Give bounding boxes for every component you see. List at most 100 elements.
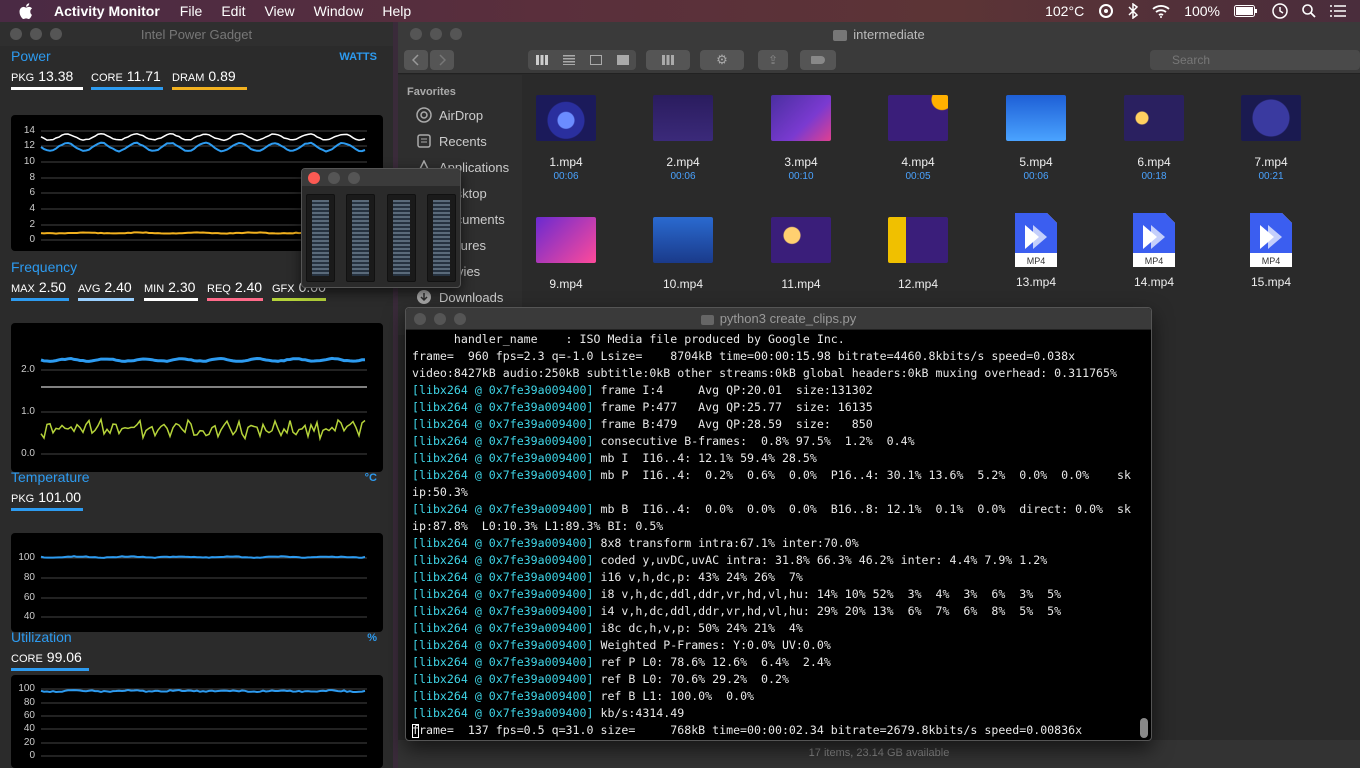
forward-button[interactable] bbox=[430, 50, 454, 70]
tick-label: 100 bbox=[18, 683, 35, 694]
wifi-icon[interactable] bbox=[1152, 4, 1170, 18]
share-button[interactable]: ⇪ bbox=[758, 50, 788, 70]
app-menu[interactable]: Activity Monitor bbox=[54, 3, 160, 19]
log-text: frame I:4 Avg QP:20.01 size:131302 bbox=[593, 383, 873, 397]
gallery-view-icon[interactable] bbox=[616, 55, 629, 65]
minimize-button[interactable] bbox=[328, 171, 340, 184]
close-button[interactable] bbox=[308, 171, 320, 184]
tags-button[interactable] bbox=[800, 50, 836, 70]
log-tag: [libx264 @ 0x7fe39a009400] bbox=[412, 587, 594, 601]
bluetooth-icon[interactable] bbox=[1128, 3, 1139, 19]
menu-file[interactable]: File bbox=[180, 3, 203, 19]
menu-bar: Activity Monitor File Edit View Window H… bbox=[0, 0, 1360, 22]
terminal-line: [libx264 @ 0x7fe39a009400] ref B L1: 100… bbox=[412, 688, 1135, 705]
file-item[interactable]: MP4 13.mp4 bbox=[996, 213, 1076, 289]
group-by-button[interactable] bbox=[646, 50, 690, 70]
tick-label: 0.0 bbox=[21, 448, 35, 459]
gear-status-icon[interactable] bbox=[1098, 3, 1114, 19]
core-power: CORE 11.71 bbox=[91, 68, 163, 90]
view-mode-control[interactable] bbox=[528, 50, 636, 70]
log-text: frame B:479 Avg QP:28.59 size: 850 bbox=[593, 417, 873, 431]
file-item[interactable]: MP4 14.mp4 bbox=[1114, 213, 1194, 289]
column-view-icon[interactable] bbox=[589, 55, 602, 65]
log-tag: [libx264 @ 0x7fe39a009400] bbox=[412, 706, 594, 720]
file-item[interactable]: 5.mp4 00:06 bbox=[996, 95, 1076, 182]
video-thumbnail bbox=[1241, 95, 1301, 141]
log-text: ref P L0: 78.6% 12.6% 6.4% 2.4% bbox=[593, 655, 831, 669]
sidebar-heading: Favorites bbox=[407, 86, 456, 98]
file-item[interactable]: 4.mp4 00:05 bbox=[878, 95, 958, 182]
file-item[interactable]: 12.mp4 bbox=[878, 217, 958, 291]
terminal-output[interactable]: handler_name : ISO Media file produced b… bbox=[412, 331, 1135, 739]
list-view-icon[interactable] bbox=[562, 55, 575, 65]
cpu-temp-status[interactable]: 102°C bbox=[1045, 3, 1084, 19]
finder-toolbar[interactable]: intermediate ⚙ ⇪ Search bbox=[398, 22, 1360, 74]
menu-edit[interactable]: Edit bbox=[221, 3, 245, 19]
menu-window[interactable]: Window bbox=[314, 3, 364, 19]
mp4-badge: MP4 bbox=[1027, 256, 1046, 266]
clock-icon[interactable] bbox=[1272, 3, 1288, 19]
terminal-scrollbar[interactable] bbox=[1140, 718, 1148, 738]
terminal-line: frame= 960 fps=2.3 q=-1.0 Lsize= 8704kB … bbox=[412, 348, 1135, 365]
file-item[interactable]: 9.mp4 bbox=[526, 217, 606, 291]
log-tag: [libx264 @ 0x7fe39a009400] bbox=[412, 417, 594, 431]
file-item[interactable]: 7.mp4 00:21 bbox=[1231, 95, 1311, 182]
terminal-line: [libx264 @ 0x7fe39a009400] kb/s:4314.49 bbox=[412, 705, 1135, 722]
tick-label: 8 bbox=[29, 172, 35, 183]
log-tag: [libx264 @ 0x7fe39a009400] bbox=[412, 502, 594, 516]
apple-menu-icon[interactable] bbox=[19, 3, 37, 19]
log-text: mb I I16..4: 12.1% 59.4% 28.5% bbox=[593, 451, 817, 465]
file-name: 9.mp4 bbox=[549, 277, 583, 291]
file-item[interactable]: 11.mp4 bbox=[761, 217, 841, 291]
search-input[interactable]: Search bbox=[1150, 50, 1360, 70]
file-name: 4.mp4 bbox=[901, 155, 935, 169]
battery-icon[interactable] bbox=[1234, 5, 1258, 17]
terminal-titlebar[interactable]: python3 create_clips.py bbox=[406, 308, 1151, 330]
notification-center-icon[interactable] bbox=[1330, 5, 1346, 17]
cpu-core-meter bbox=[346, 194, 376, 282]
temperature-chart: 100 80 60 40 bbox=[11, 533, 383, 632]
action-button[interactable]: ⚙ bbox=[700, 50, 744, 70]
terminal-line: [libx264 @ 0x7fe39a009400] coded y,uvDC,… bbox=[412, 552, 1135, 569]
file-item[interactable]: 6.mp4 00:18 bbox=[1114, 95, 1194, 182]
max-frequency: MAX 2.50 bbox=[11, 279, 69, 301]
spotlight-search-icon[interactable] bbox=[1302, 4, 1316, 18]
terminal-line: [libx264 @ 0x7fe39a009400] mb P I16..4: … bbox=[412, 467, 1135, 484]
file-item[interactable]: 10.mp4 bbox=[643, 217, 723, 291]
tick-label: 20 bbox=[23, 737, 35, 748]
terminal-window[interactable]: python3 create_clips.py handler_name : I… bbox=[405, 307, 1152, 741]
file-duration: 00:06 bbox=[553, 171, 579, 182]
file-duration: 00:21 bbox=[1258, 171, 1284, 182]
tick-label: 2 bbox=[29, 219, 35, 230]
log-tag: [libx264 @ 0x7fe39a009400] bbox=[412, 689, 594, 703]
menu-view[interactable]: View bbox=[264, 3, 294, 19]
icon-view-icon[interactable] bbox=[535, 55, 548, 65]
log-tag: [libx264 @ 0x7fe39a009400] bbox=[412, 434, 594, 448]
tick-label: 6 bbox=[29, 187, 35, 198]
file-item[interactable]: 3.mp4 00:10 bbox=[761, 95, 841, 182]
video-thumbnail bbox=[888, 217, 948, 263]
utilization-chart: 100 80 60 40 20 0 bbox=[11, 675, 383, 768]
section-title: Frequency bbox=[11, 259, 78, 275]
menu-help[interactable]: Help bbox=[382, 3, 411, 19]
cpu-meter-window[interactable] bbox=[301, 168, 461, 288]
sidebar-item-airdrop[interactable]: AirDrop bbox=[416, 107, 483, 123]
log-text: mb B I16..4: 0.0% 0.0% 0.0% B16..8: 12.1… bbox=[593, 502, 1131, 516]
folder-icon bbox=[700, 314, 714, 325]
battery-percent[interactable]: 100% bbox=[1184, 3, 1220, 19]
zoom-button[interactable] bbox=[348, 171, 360, 184]
file-item[interactable]: 2.mp4 00:06 bbox=[643, 95, 723, 182]
gadget-titlebar[interactable]: Intel Power Gadget bbox=[0, 22, 393, 46]
back-button[interactable] bbox=[404, 50, 428, 70]
log-tag: [libx264 @ 0x7fe39a009400] bbox=[412, 451, 594, 465]
file-name: 6.mp4 bbox=[1137, 155, 1171, 169]
log-text: i8 v,h,dc,ddl,ddr,vr,hd,vl,hu: 14% 10% 5… bbox=[593, 587, 1062, 601]
video-thumbnail bbox=[1006, 95, 1066, 141]
max-frequency-line bbox=[40, 356, 366, 363]
sidebar-item-recents[interactable]: Recents bbox=[416, 133, 487, 149]
cpu-core-meter bbox=[386, 194, 416, 282]
tick-label: 60 bbox=[23, 710, 35, 721]
file-item[interactable]: 1.mp4 00:06 bbox=[526, 95, 606, 182]
sidebar-item-downloads[interactable]: Downloads bbox=[416, 289, 503, 305]
file-item[interactable]: MP4 15.mp4 bbox=[1231, 213, 1311, 289]
